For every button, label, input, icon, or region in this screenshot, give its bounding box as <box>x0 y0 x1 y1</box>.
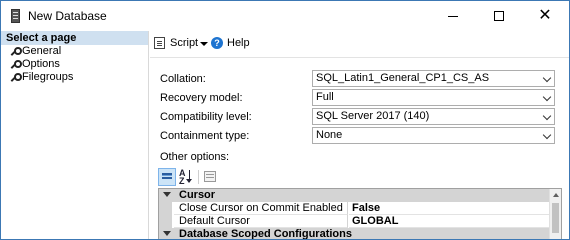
recovery-model-dropdown[interactable]: Full <box>312 89 555 106</box>
wrench-icon <box>9 46 22 57</box>
close-button[interactable]: ✕ <box>522 1 568 31</box>
property-row[interactable]: Default Cursor GLOBAL <box>159 215 549 228</box>
page-item-label: Filegroups <box>22 71 74 83</box>
toolbar: Script ? Help <box>150 31 569 58</box>
minimize-icon <box>448 15 458 17</box>
page-item-filegroups[interactable]: Filegroups <box>9 71 73 84</box>
containment-type-value: None <box>316 129 343 141</box>
script-button[interactable]: Script <box>154 37 198 49</box>
sort-az-icon: AZ <box>179 168 186 186</box>
select-page-header: Select a page <box>1 31 148 45</box>
property-row[interactable]: Close Cursor on Commit Enabled False <box>159 202 549 215</box>
help-icon: ? <box>211 37 223 49</box>
close-icon: ✕ <box>538 7 552 24</box>
chevron-down-icon <box>542 130 552 140</box>
categorized-button[interactable] <box>158 168 176 186</box>
collation-dropdown[interactable]: SQL_Latin1_General_CP1_CS_AS <box>312 70 555 87</box>
options-pane: Script ? Help Collation: SQL_Latin1_Gene… <box>150 31 569 240</box>
categorized-icon <box>162 173 172 176</box>
other-options-label: Other options: <box>160 151 230 163</box>
collapse-icon[interactable] <box>163 192 171 197</box>
property-grid-toolbar: AZ <box>158 168 228 186</box>
chevron-down-icon <box>542 73 552 83</box>
row-margin <box>159 215 172 228</box>
property-value[interactable]: GLOBAL <box>349 215 549 228</box>
row-margin <box>159 202 172 215</box>
wrench-icon <box>9 59 22 70</box>
arrow-down-icon <box>186 170 192 183</box>
page-selector-pane: Select a page General Options Filegroups <box>1 31 149 239</box>
property-name: Close Cursor on Commit Enabled <box>174 202 348 215</box>
recovery-model-label: Recovery model: <box>160 92 243 104</box>
property-grid: Cursor Close Cursor on Commit Enabled Fa… <box>158 188 562 240</box>
toolbar-divider <box>150 57 569 58</box>
script-dropdown-icon[interactable] <box>200 42 208 46</box>
scroll-up-icon[interactable] <box>553 193 559 197</box>
minimize-button[interactable] <box>430 1 476 31</box>
compatibility-level-dropdown[interactable]: SQL Server 2017 (140) <box>312 108 555 125</box>
property-value[interactable]: False <box>349 202 549 215</box>
property-pages-icon <box>204 171 216 182</box>
category-label: Cursor <box>179 189 216 201</box>
help-label: Help <box>227 37 250 49</box>
chevron-down-icon <box>542 92 552 102</box>
category-row-database-scoped-configurations[interactable]: Database Scoped Configurations <box>159 228 549 240</box>
maximize-icon <box>494 11 504 21</box>
vertical-scrollbar[interactable] <box>549 189 561 239</box>
wrench-icon <box>9 72 22 83</box>
page-item-general[interactable]: General <box>9 45 61 58</box>
property-pages-button[interactable] <box>202 168 220 186</box>
script-label: Script <box>170 37 199 49</box>
maximize-button[interactable] <box>476 1 522 31</box>
title-bar[interactable]: New Database ✕ <box>1 1 569 31</box>
containment-type-label: Containment type: <box>160 130 250 142</box>
page-item-label: General <box>22 45 62 57</box>
scrollbar-thumb[interactable] <box>552 203 559 233</box>
window-title: New Database <box>28 9 107 23</box>
category-label: Database Scoped Configurations <box>179 228 352 240</box>
compatibility-level-label: Compatibility level: <box>160 111 252 123</box>
collapse-icon[interactable] <box>163 231 171 236</box>
toolbar-separator <box>198 170 199 184</box>
database-app-icon <box>11 9 20 23</box>
page-item-label: Options <box>22 58 60 70</box>
help-button[interactable]: ? Help <box>211 37 250 49</box>
property-name: Default Cursor <box>174 215 348 228</box>
compatibility-level-value: SQL Server 2017 (140) <box>316 110 430 122</box>
chevron-down-icon <box>542 111 552 121</box>
collation-label: Collation: <box>160 73 206 85</box>
script-icon <box>154 37 165 49</box>
containment-type-dropdown[interactable]: None <box>312 127 555 144</box>
alphabetical-button[interactable]: AZ <box>178 168 196 186</box>
recovery-model-value: Full <box>316 91 334 103</box>
page-item-options[interactable]: Options <box>9 58 60 71</box>
category-row-cursor[interactable]: Cursor <box>159 189 549 202</box>
new-database-window: New Database ✕ Select a page General Opt… <box>0 0 570 240</box>
collation-value: SQL_Latin1_General_CP1_CS_AS <box>316 72 490 84</box>
